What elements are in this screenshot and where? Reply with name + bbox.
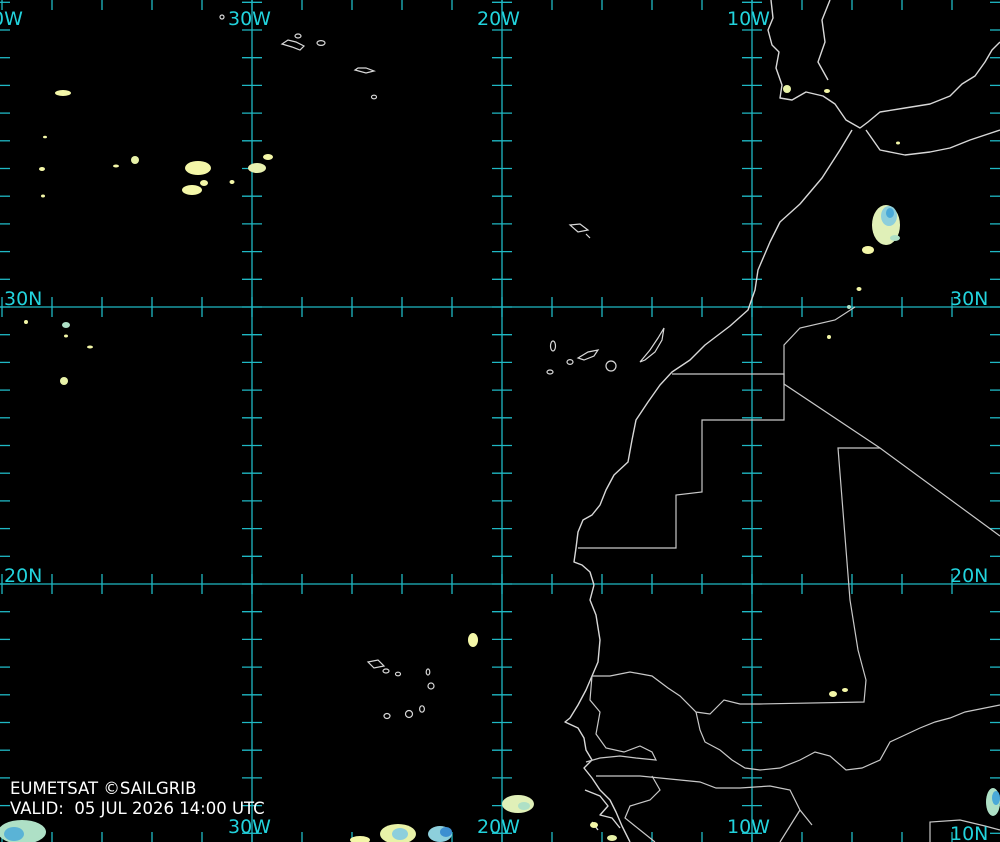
canary-island xyxy=(605,360,617,372)
lat-label-right-10n: 10N xyxy=(950,823,988,842)
ivory-coast-border xyxy=(779,809,801,842)
lon-label-bottom-2: 20W xyxy=(477,816,520,838)
cloud-patch xyxy=(856,287,862,291)
mali-burkina-border xyxy=(695,704,1000,771)
cloud-patch xyxy=(185,161,211,175)
borders xyxy=(578,306,1000,842)
cape-verde-island xyxy=(382,668,390,674)
azores-island xyxy=(219,14,225,20)
senegal-border xyxy=(585,675,658,763)
cloud-patch xyxy=(55,90,71,96)
cloud-patch xyxy=(248,163,266,173)
iberia-north-coast xyxy=(817,0,831,81)
madeira-island xyxy=(585,233,591,239)
cape-verde-island xyxy=(366,659,386,669)
valid-time-label: VALID: 05 JUL 2026 14:00 UTC xyxy=(10,799,265,818)
cloud-patch xyxy=(824,89,830,93)
mauritania-coast xyxy=(564,584,631,842)
lat-label-left-20n: 20N xyxy=(4,565,42,587)
cape-verde-island xyxy=(427,682,435,690)
cloud-patches xyxy=(0,85,1000,842)
canary-island xyxy=(546,369,554,375)
iberia-coast xyxy=(767,0,1000,129)
canary-island xyxy=(639,327,665,363)
cloud-patch xyxy=(24,320,28,324)
cloud-patch xyxy=(350,836,370,842)
cloud-patch xyxy=(229,180,235,184)
cloud-patch xyxy=(43,135,47,139)
guinea-coastal-border xyxy=(624,775,661,842)
credit-label: EUMETSAT ©SAILGRIB xyxy=(10,779,197,798)
cloud-patch xyxy=(39,167,45,171)
cloud-patch xyxy=(518,802,530,810)
cloud-patch xyxy=(890,235,900,241)
cloud-patch xyxy=(886,208,894,218)
western-sahara-border xyxy=(578,373,785,549)
cloud-patch xyxy=(783,85,791,93)
cape-verde-island xyxy=(425,668,431,676)
cape-verde-island xyxy=(383,712,391,720)
satellite-map: 0W 30W 20W 10W 30W 20W 10W 30N 20N 30N 2… xyxy=(0,0,1000,842)
cloud-patch xyxy=(896,141,900,145)
azores-island xyxy=(316,39,326,46)
canary-island xyxy=(576,349,600,361)
azores-island xyxy=(353,67,377,74)
graticule-ticks xyxy=(0,0,1000,842)
cloud-patch xyxy=(60,377,68,385)
cloud-patch xyxy=(263,154,273,160)
lon-label-top-1: 30W xyxy=(228,8,271,30)
lon-label-top-2: 20W xyxy=(477,8,520,30)
cape-verde-island xyxy=(404,709,414,719)
cloud-patch xyxy=(4,827,24,841)
cloud-patch xyxy=(62,322,70,328)
madeira-island xyxy=(568,223,590,233)
azores-island xyxy=(370,94,378,100)
cloud-patch xyxy=(502,795,534,813)
lon-label-bottom-3: 10W xyxy=(727,816,770,838)
azores-island xyxy=(280,39,306,51)
lat-label-right-30n: 30N xyxy=(950,288,988,310)
coastlines xyxy=(564,0,1000,842)
cloud-patch xyxy=(113,164,119,168)
cloud-patch xyxy=(607,835,617,841)
grid-labels: 0W 30W 20W 10W 30W 20W 10W 30N 20N 30N 2… xyxy=(0,8,988,842)
cloud-patch xyxy=(200,180,208,186)
cloud-patch xyxy=(847,305,851,309)
mauritania-mali-border xyxy=(592,447,880,715)
cloud-patch xyxy=(468,633,478,647)
graticule xyxy=(0,0,1000,842)
lon-label-top-0: 0W xyxy=(0,8,23,30)
lon-label-bottom-1: 30W xyxy=(228,816,271,838)
cloud-patch xyxy=(392,828,408,840)
cloud-patch xyxy=(87,345,93,349)
gambia-guinea-border xyxy=(596,775,813,826)
islands xyxy=(219,14,665,720)
canary-island xyxy=(566,359,574,366)
cloud-patch xyxy=(41,194,45,198)
morocco-algeria-border xyxy=(783,306,1000,537)
azores-island xyxy=(294,33,302,39)
cloud-patch xyxy=(440,827,452,837)
cloud-patch xyxy=(64,334,68,338)
lat-label-left-30n: 30N xyxy=(4,288,42,310)
cloud-patch xyxy=(827,335,831,339)
mediterranean-african-coast xyxy=(865,129,1000,156)
cloud-patch xyxy=(992,791,1000,805)
cloud-patch xyxy=(829,691,837,697)
cloud-patch xyxy=(131,156,139,164)
canary-island xyxy=(549,340,557,352)
lat-label-right-20n: 20N xyxy=(950,565,988,587)
morocco-coast xyxy=(573,129,853,586)
cloud-patch xyxy=(862,246,874,254)
cloud-patch xyxy=(842,688,848,692)
cape-verde-island xyxy=(394,671,402,677)
cloud-patch xyxy=(590,822,598,828)
cape-verde-island xyxy=(419,705,426,713)
lon-label-top-3: 10W xyxy=(727,8,770,30)
cloud-patch xyxy=(182,185,202,195)
